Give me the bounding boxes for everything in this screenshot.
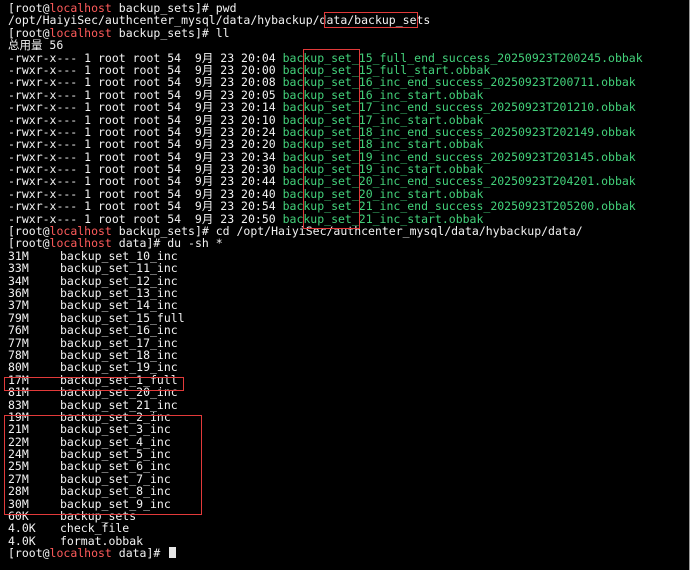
prompt-user: [root@ (8, 546, 50, 561)
prompt-host: localhost (49, 546, 112, 561)
prompt-dir: backup_sets]# (111, 25, 216, 40)
cursor[interactable] (169, 547, 177, 559)
du-size: 33M (8, 261, 29, 276)
du-size: 25M (8, 459, 29, 474)
command-text: cd /opt/HaiyiSec/authcenter_mysql/data/h… (215, 224, 583, 239)
du-size: 76M (8, 323, 29, 338)
command-text: ll (215, 25, 230, 40)
prompt-dir: data]# (111, 546, 168, 561)
du-size: 80M (8, 360, 29, 375)
du-size: 4.0K (8, 521, 36, 536)
du-size: 21M (8, 422, 29, 437)
du-size: 28M (8, 484, 29, 499)
du-size: 81M (8, 385, 29, 400)
terminal-window[interactable]: [root@localhost backup_sets]# pwd/opt/Ha… (0, 0, 690, 570)
prompt-line: [root@localhost backup_sets]# ll (8, 27, 689, 39)
du-size: 37M (8, 298, 29, 313)
prompt-line: [root@localhost data]# (8, 547, 689, 559)
terminal-output: [root@localhost backup_sets]# pwd/opt/Ha… (8, 2, 689, 560)
